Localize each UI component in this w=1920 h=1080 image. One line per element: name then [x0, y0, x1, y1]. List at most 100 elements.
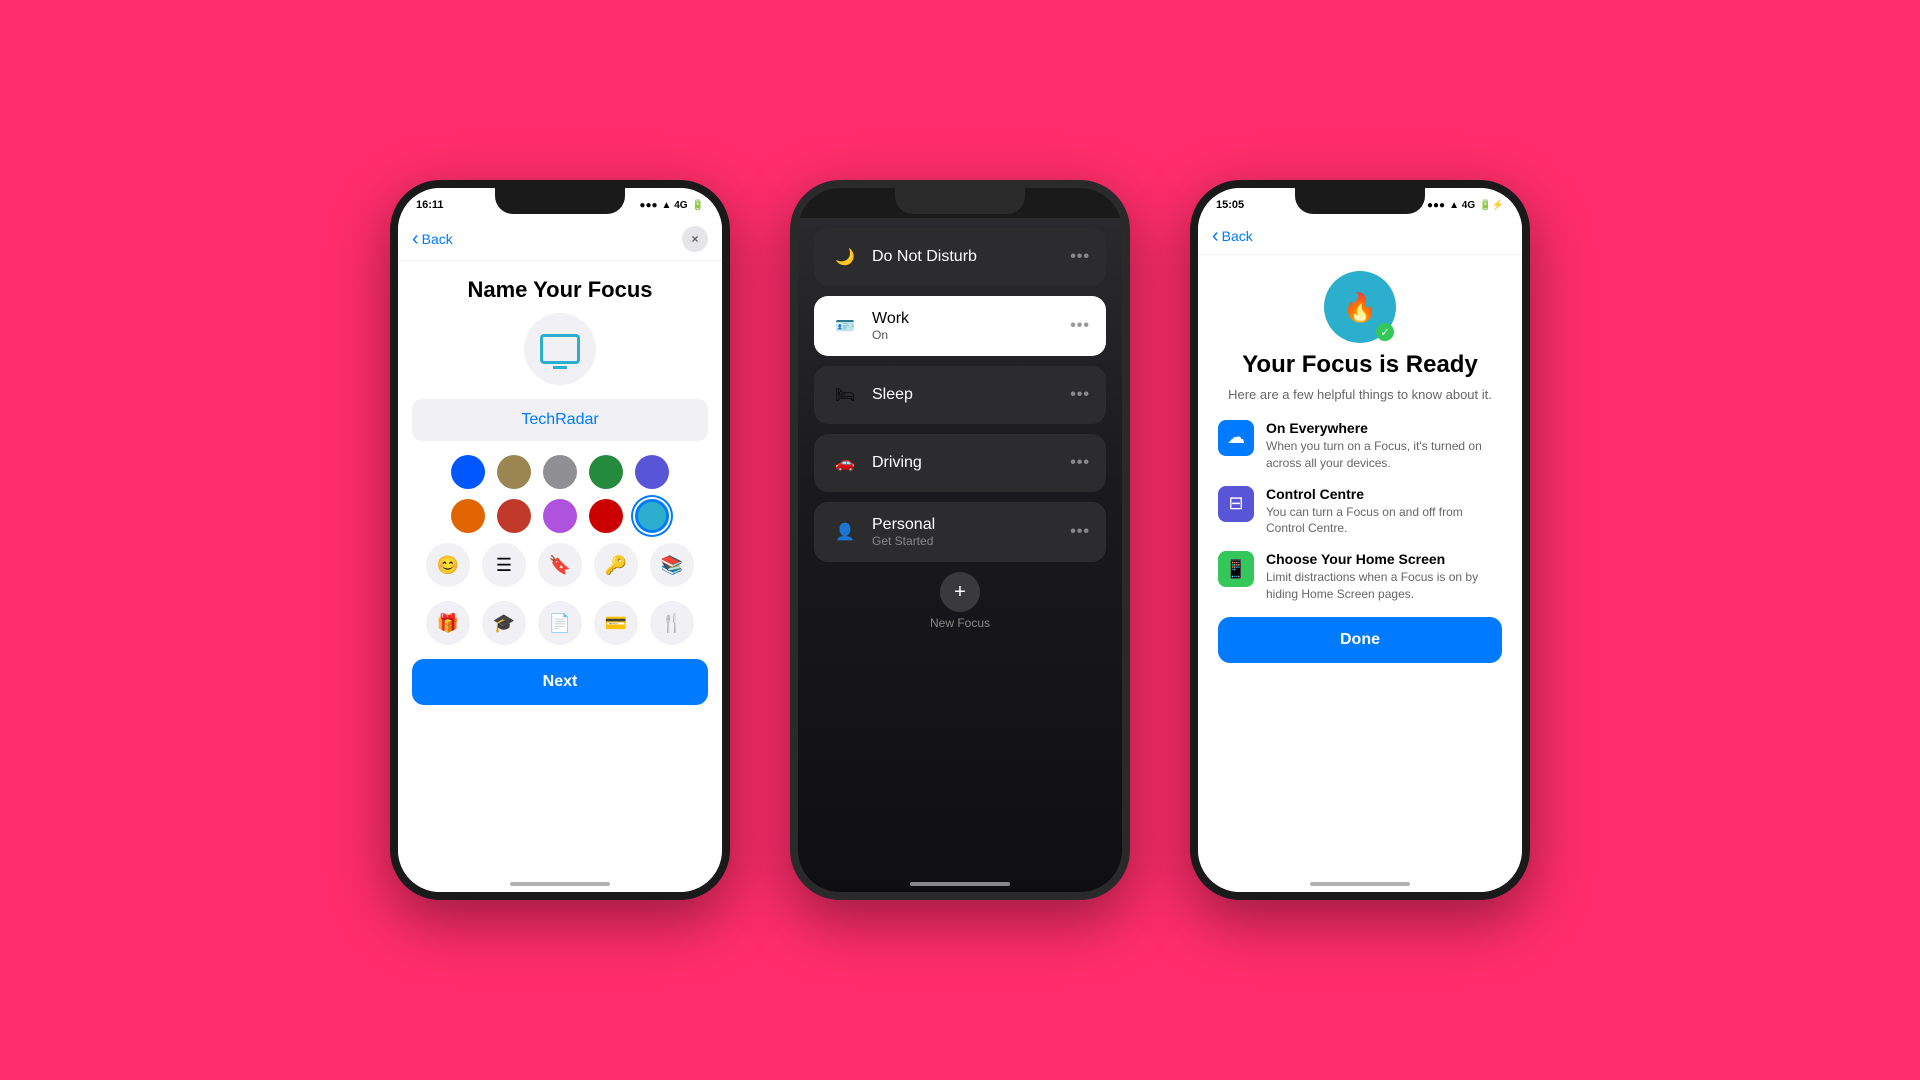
- color-blue[interactable]: [451, 455, 485, 489]
- network-1: ▲ 4G: [662, 200, 688, 211]
- status-icons-1: ●●● ▲ 4G 🔋: [639, 200, 704, 211]
- icon-list[interactable]: ☰: [482, 543, 526, 587]
- control-centre-desc: You can turn a Focus on and off from Con…: [1266, 504, 1502, 538]
- back-label-3: Back: [1222, 228, 1253, 244]
- p1-nav-header: Back ×: [398, 218, 722, 261]
- icon-card[interactable]: 💳: [594, 601, 638, 645]
- dnd-icon: 🌙: [830, 242, 860, 272]
- home-indicator-3: [1310, 882, 1410, 886]
- icon-bookmark[interactable]: 🔖: [538, 543, 582, 587]
- focus-ready-icon: 🔥 ✓: [1324, 271, 1396, 343]
- control-centre-title: Control Centre: [1266, 486, 1502, 502]
- focus-item-dnd[interactable]: 🌙 Do Not Disturb •••: [814, 228, 1106, 286]
- home-screen-desc: Limit distractions when a Focus is on by…: [1266, 569, 1502, 603]
- sleep-text: Sleep: [872, 386, 1070, 404]
- monitor-icon: [540, 334, 580, 364]
- focus-name-input[interactable]: TechRadar: [412, 399, 708, 441]
- work-more-icon[interactable]: •••: [1070, 317, 1090, 335]
- color-picker-row2: [412, 499, 708, 533]
- done-button[interactable]: Done: [1218, 617, 1502, 663]
- icon-books[interactable]: 📚: [650, 543, 694, 587]
- icon-document[interactable]: 📄: [538, 601, 582, 645]
- feature-control-centre: ⊟ Control Centre You can turn a Focus on…: [1218, 486, 1502, 538]
- icon-fork[interactable]: 🍴: [650, 601, 694, 645]
- network-3: ▲ 4G: [1449, 200, 1475, 211]
- personal-text: Personal Get Started: [872, 516, 1070, 548]
- focus-icon-container: [524, 313, 596, 385]
- driving-text: Driving: [872, 454, 1070, 472]
- back-button-1[interactable]: Back: [412, 229, 453, 249]
- p3-nav-header: Back: [1198, 218, 1522, 255]
- color-gray[interactable]: [543, 455, 577, 489]
- control-centre-text: Control Centre You can turn a Focus on a…: [1266, 486, 1502, 538]
- focus-list-screen: 🌙 Do Not Disturb ••• 🪪 Work On ••• 🛏: [798, 218, 1122, 892]
- work-icon: 🪪: [830, 311, 860, 341]
- work-text: Work On: [872, 310, 1070, 342]
- p3-main-content: 🔥 ✓ Your Focus is Ready Here are a few h…: [1198, 255, 1522, 679]
- home-indicator-2: [910, 882, 1010, 886]
- color-red1[interactable]: [497, 499, 531, 533]
- notch-2: [895, 188, 1025, 214]
- on-everywhere-text: On Everywhere When you turn on a Focus, …: [1266, 420, 1502, 472]
- back-chevron-3: [1212, 226, 1219, 246]
- icon-gift[interactable]: 🎁: [426, 601, 470, 645]
- app-icon-glyph: 🔥: [1343, 291, 1378, 324]
- driving-name: Driving: [872, 454, 1070, 472]
- icon-picker-row1: 😊 ☰ 🔖 🔑 📚: [412, 543, 708, 587]
- ready-title: Your Focus is Ready: [1218, 351, 1502, 380]
- feature-home-screen: 📱 Choose Your Home Screen Limit distract…: [1218, 551, 1502, 603]
- back-label-1: Back: [422, 231, 453, 247]
- new-focus-label: New Focus: [814, 616, 1106, 630]
- color-indigo[interactable]: [635, 455, 669, 489]
- close-icon-1: ×: [691, 232, 698, 246]
- focus-item-sleep[interactable]: 🛏 Sleep •••: [814, 366, 1106, 424]
- sleep-more-icon[interactable]: •••: [1070, 386, 1090, 404]
- icon-emoji[interactable]: 😊: [426, 543, 470, 587]
- color-tan[interactable]: [497, 455, 531, 489]
- phone-3: 15:05 ●●● ▲ 4G 🔋⚡ Back 🔥 ✓ Your Focus is…: [1190, 180, 1530, 900]
- sleep-name: Sleep: [872, 386, 1070, 404]
- personal-name: Personal: [872, 516, 1070, 534]
- on-everywhere-icon: ☁: [1218, 420, 1254, 456]
- icon-key[interactable]: 🔑: [594, 543, 638, 587]
- personal-more-icon[interactable]: •••: [1070, 523, 1090, 541]
- notch-3: [1295, 188, 1425, 214]
- color-orange[interactable]: [451, 499, 485, 533]
- color-green[interactable]: [589, 455, 623, 489]
- battery-3: 🔋⚡: [1479, 200, 1504, 211]
- next-button[interactable]: Next: [412, 659, 708, 705]
- ready-subtitle: Here are a few helpful things to know ab…: [1218, 386, 1502, 404]
- page-title-1: Name Your Focus: [412, 277, 708, 303]
- focus-item-personal[interactable]: 👤 Personal Get Started •••: [814, 502, 1106, 562]
- color-purple[interactable]: [543, 499, 577, 533]
- work-status: On: [872, 328, 1070, 342]
- back-button-3[interactable]: Back: [1212, 226, 1253, 246]
- checkmark-badge: ✓: [1376, 323, 1394, 341]
- focus-item-work[interactable]: 🪪 Work On •••: [814, 296, 1106, 356]
- focus-item-driving[interactable]: 🚗 Driving •••: [814, 434, 1106, 492]
- screen-2: 🌙 Do Not Disturb ••• 🪪 Work On ••• 🛏: [798, 218, 1122, 892]
- time-1: 16:11: [416, 199, 444, 211]
- close-button-1[interactable]: ×: [682, 226, 708, 252]
- color-picker-row1: [412, 455, 708, 489]
- time-3: 15:05: [1216, 199, 1244, 211]
- feature-on-everywhere: ☁ On Everywhere When you turn on a Focus…: [1218, 420, 1502, 472]
- status-icons-3: ●●● ▲ 4G 🔋⚡: [1427, 200, 1504, 211]
- add-focus-button[interactable]: +: [940, 572, 980, 612]
- color-teal[interactable]: [635, 499, 669, 533]
- on-everywhere-desc: When you turn on a Focus, it's turned on…: [1266, 438, 1502, 472]
- dnd-text: Do Not Disturb: [872, 248, 1070, 266]
- dnd-name: Do Not Disturb: [872, 248, 1070, 266]
- driving-more-icon[interactable]: •••: [1070, 454, 1090, 472]
- color-red2[interactable]: [589, 499, 623, 533]
- signal-3: ●●●: [1427, 200, 1445, 211]
- work-name: Work: [872, 310, 1070, 328]
- screen-1: Back × Name Your Focus TechRadar: [398, 218, 722, 892]
- personal-status: Get Started: [872, 534, 1070, 548]
- dnd-more-icon[interactable]: •••: [1070, 248, 1090, 266]
- control-centre-icon: ⊟: [1218, 486, 1254, 522]
- personal-icon: 👤: [830, 517, 860, 547]
- icon-graduation[interactable]: 🎓: [482, 601, 526, 645]
- on-everywhere-title: On Everywhere: [1266, 420, 1502, 436]
- home-screen-title: Choose Your Home Screen: [1266, 551, 1502, 567]
